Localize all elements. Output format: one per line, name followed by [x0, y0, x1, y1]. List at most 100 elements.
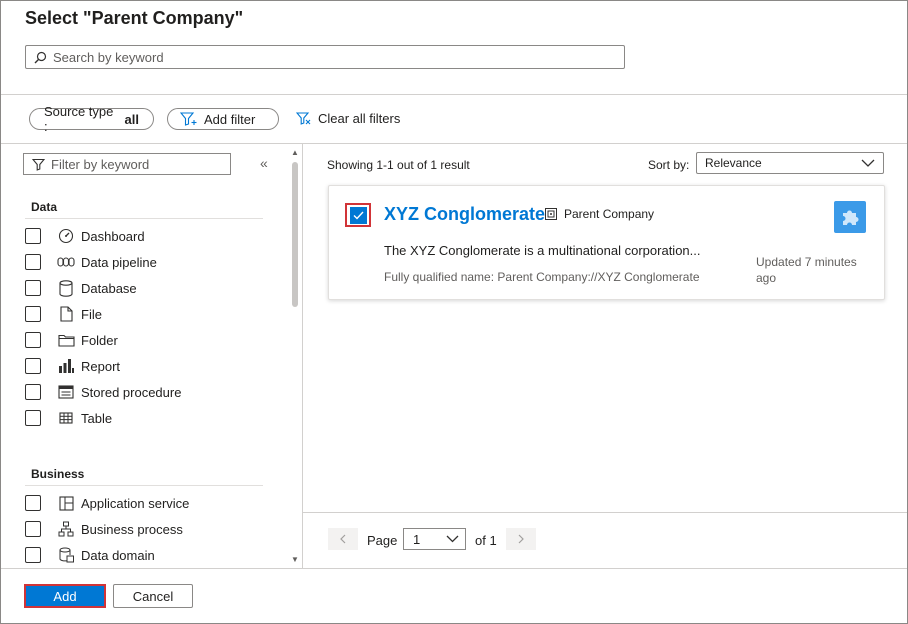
chevron-down-icon [446, 535, 459, 543]
previous-page-button[interactable] [328, 528, 358, 550]
business-type-list: Application service Business process Dat… [25, 490, 189, 568]
divider [1, 568, 907, 569]
checkbox[interactable] [25, 280, 41, 296]
filter-placeholder: Filter by keyword [51, 156, 150, 172]
checkmark-icon [349, 206, 367, 224]
checkbox[interactable] [25, 358, 41, 374]
database-icon [57, 279, 75, 297]
collapse-sidebar-button[interactable]: « [260, 155, 268, 171]
list-item-label: Stored procedure [81, 384, 182, 400]
data-heading: Data [31, 200, 58, 214]
add-filter-label: Add filter [204, 111, 256, 127]
checkbox[interactable] [25, 410, 41, 426]
list-item-label: Report [81, 358, 121, 374]
divider [25, 218, 263, 219]
checkbox[interactable] [25, 521, 41, 537]
data-pipeline-icon [57, 253, 75, 271]
filter-icon [32, 158, 45, 171]
cancel-button[interactable]: Cancel [113, 584, 193, 608]
search-placeholder: Search by keyword [53, 49, 164, 65]
list-item-label: Dashboard [81, 228, 145, 244]
report-icon [57, 357, 75, 375]
list-item[interactable]: Data pipeline [25, 249, 181, 275]
search-icon [34, 51, 47, 63]
result-description: The XYZ Conglomerate is a multinational … [384, 243, 701, 258]
page-count: of 1 [475, 533, 497, 548]
table-icon [57, 409, 75, 427]
scroll-down-arrow[interactable]: ▼ [291, 555, 299, 565]
list-item-label: File [81, 306, 102, 322]
divider [25, 485, 263, 486]
list-item[interactable]: Data domain [25, 542, 189, 568]
sidebar-scrollbar-thumb[interactable] [292, 162, 298, 307]
clear-all-filters-button[interactable]: Clear all filters [296, 111, 400, 126]
select-checkbox[interactable] [345, 203, 371, 227]
checkbox[interactable] [25, 384, 41, 400]
page-label: Page [367, 533, 398, 548]
result-fqn: Fully qualified name: Parent Company://X… [384, 270, 700, 284]
page-select[interactable]: 1 [403, 528, 466, 550]
list-item[interactable]: Business process [25, 516, 189, 542]
business-process-icon [57, 520, 75, 538]
scroll-up-arrow[interactable]: ▲ [291, 148, 299, 158]
source-type-filter[interactable]: Source type : all [29, 104, 154, 134]
dialog-title: Select "Parent Company" [25, 8, 244, 28]
sort-value: Relevance [705, 156, 762, 170]
checkbox[interactable] [25, 306, 41, 322]
checkbox[interactable] [25, 228, 41, 244]
chevron-down-icon [861, 159, 875, 167]
source-type-value: all [124, 111, 139, 127]
list-item-label: Business process [81, 521, 183, 537]
divider [1, 143, 907, 144]
divider [1, 94, 907, 95]
dashboard-icon [57, 227, 75, 245]
search-input[interactable]: Search by keyword [25, 45, 625, 69]
divider [303, 512, 907, 513]
list-item-label: Application service [81, 495, 190, 511]
filter-by-keyword-input[interactable]: Filter by keyword [23, 153, 231, 175]
list-item[interactable]: Folder [25, 327, 181, 353]
result-title-link[interactable]: XYZ Conglomerate [384, 204, 545, 225]
list-item[interactable]: Database [25, 275, 181, 301]
add-button[interactable]: Add [24, 584, 106, 608]
list-item-label: Folder [81, 332, 118, 348]
list-item[interactable]: Report [25, 353, 181, 379]
sort-dropdown[interactable]: Relevance [696, 152, 884, 174]
puzzle-icon [834, 201, 866, 233]
source-type-label: Source type : [44, 104, 114, 134]
list-item-label: Database [81, 280, 137, 296]
clear-all-label: Clear all filters [318, 111, 401, 126]
stored-procedure-icon [57, 383, 75, 401]
checkbox[interactable] [25, 495, 41, 511]
page-value: 1 [413, 531, 421, 547]
folder-icon [57, 331, 75, 349]
list-item-label: Table [81, 410, 113, 426]
result-updated: Updated 7 minutes ago [756, 255, 857, 285]
business-heading: Business [31, 467, 85, 481]
clear-filter-icon [296, 111, 311, 125]
parent-company-icon [545, 208, 557, 223]
results-summary: Showing 1-1 out of 1 result [327, 158, 470, 172]
list-item[interactable]: Application service [25, 490, 189, 516]
list-item[interactable]: Table [25, 405, 181, 431]
chevron-right-icon [518, 534, 524, 544]
checkbox[interactable] [25, 332, 41, 348]
sort-label: Sort by: [648, 158, 690, 172]
file-icon [57, 305, 75, 323]
divider [302, 144, 303, 568]
list-item[interactable]: File [25, 301, 181, 327]
chevron-left-icon [340, 534, 346, 544]
data-domain-icon [57, 546, 75, 564]
add-filter-button[interactable]: Add filter [167, 108, 279, 130]
list-item-label: Data domain [81, 547, 155, 563]
checkbox[interactable] [25, 547, 41, 563]
list-item[interactable]: Stored procedure [25, 379, 181, 405]
filter-add-icon [180, 112, 197, 126]
list-item-label: Data pipeline [81, 254, 157, 270]
application-service-icon [57, 494, 75, 512]
data-type-list: Dashboard Data pipeline Database File Fo… [25, 223, 181, 431]
list-item[interactable]: Dashboard [25, 223, 181, 249]
result-type: Parent Company [564, 207, 655, 221]
next-page-button[interactable] [506, 528, 536, 550]
checkbox[interactable] [25, 254, 41, 270]
